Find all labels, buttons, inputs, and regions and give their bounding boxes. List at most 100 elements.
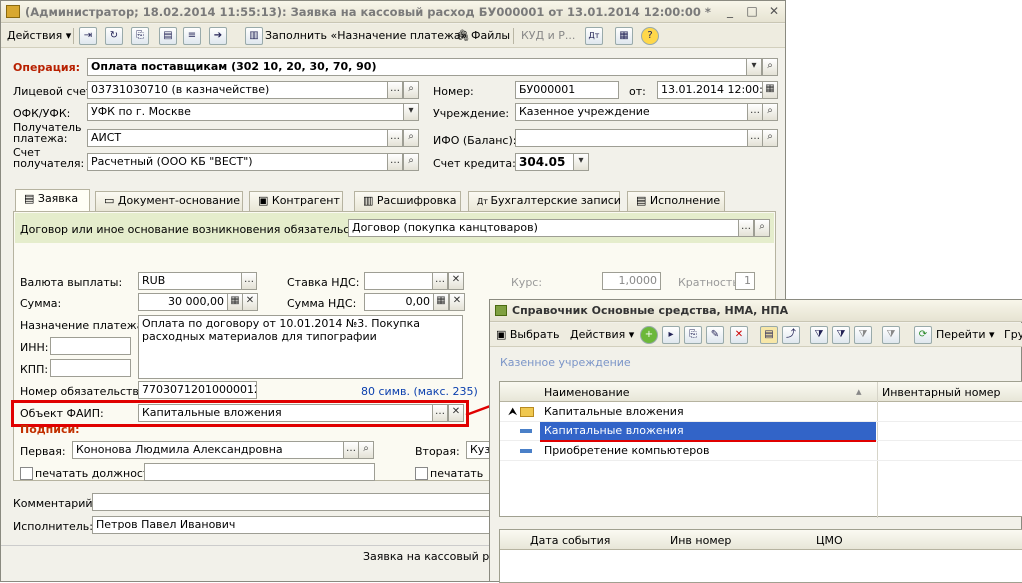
rate-field[interactable]: 1,0000	[602, 272, 661, 290]
first-signature-search-icon[interactable]: ⌕	[358, 441, 374, 459]
edit-icon[interactable]: ✎	[706, 326, 724, 344]
recipient-field[interactable]: АИСТ	[87, 129, 388, 147]
account-search-icon[interactable]: ⌕	[403, 81, 419, 99]
minimize-icon[interactable]: _	[723, 4, 737, 18]
first-signature-field[interactable]: Кононова Людмила Александровна	[72, 441, 358, 459]
save-icon[interactable]: ▤	[159, 27, 177, 45]
list-row[interactable]: Приобретение компьютеров	[500, 442, 1022, 461]
operation-search-icon[interactable]: ⌕	[762, 58, 778, 76]
close-icon[interactable]: ✕	[767, 4, 781, 18]
recipient-account-search-icon[interactable]: ⌕	[403, 153, 419, 171]
add-icon[interactable]: +	[640, 326, 658, 344]
account-select-button[interactable]: …	[387, 81, 403, 99]
recipient-account-select-button[interactable]: …	[387, 153, 403, 171]
obligation-field[interactable]: 77030712010000012	[138, 381, 257, 399]
ofk-field[interactable]: УФК по г. Москве	[87, 103, 404, 121]
vat-calculator-icon[interactable]: ▦	[433, 293, 449, 311]
column-inventory-header[interactable]: Инвентарный номер	[882, 386, 1001, 399]
goto-icon[interactable]: ➔	[209, 27, 227, 45]
print-icon[interactable]: ▦	[615, 27, 633, 45]
kud-button[interactable]: КУД и Р...	[521, 28, 575, 44]
maximize-icon[interactable]: □	[745, 4, 759, 18]
group-menu[interactable]: Гру	[1004, 327, 1022, 343]
sort-icon[interactable]: ▴	[856, 385, 862, 398]
files-button[interactable]: Файлы	[471, 28, 510, 44]
delete-icon[interactable]: ✕	[730, 326, 748, 344]
column-inv-number-header[interactable]: Инв номер	[670, 534, 731, 547]
level-up-icon[interactable]: ⤴	[782, 326, 800, 344]
hierarchy-icon[interactable]: ▤	[760, 326, 778, 344]
contract-search-icon[interactable]: ⌕	[754, 219, 770, 237]
paperclip-icon[interactable]: 🖇	[456, 28, 470, 44]
operation-dropdown[interactable]: ▾	[746, 58, 762, 76]
ref-actions-menu[interactable]: Действия ▾	[570, 327, 634, 343]
sum-field[interactable]: 30 000,00	[138, 293, 228, 311]
list-row-selected[interactable]: Капитальные вложения	[500, 422, 1022, 442]
contract-field[interactable]: Договор (покупка канцтоваров)	[348, 219, 739, 237]
recipient-select-button[interactable]: …	[387, 129, 403, 147]
vat-sum-field[interactable]: 0,00	[364, 293, 434, 311]
comment-field[interactable]	[92, 493, 490, 511]
clear-filter-icon[interactable]: ⧩	[882, 326, 900, 344]
filter-icon[interactable]: ⧩	[810, 326, 828, 344]
column-event-date-header[interactable]: Дата события	[530, 534, 610, 547]
refresh-icon[interactable]: ↻	[105, 27, 123, 45]
report-icon[interactable]: ≡	[183, 27, 201, 45]
filter-value-icon[interactable]: ⧩	[832, 326, 850, 344]
list-row-group[interactable]: ⮝ Капитальные вложения	[500, 403, 1022, 422]
date-field[interactable]: 13.01.2014 12:00:00	[657, 81, 763, 99]
ifo-select-button[interactable]: …	[747, 129, 763, 147]
actions-menu[interactable]: Действия ▾	[7, 28, 71, 44]
column-name-header[interactable]: Наименование	[544, 386, 629, 399]
calculator-icon[interactable]: ▦	[227, 293, 243, 311]
multiplicity-field[interactable]: 1	[735, 272, 755, 290]
copy-icon[interactable]: ⎘	[131, 27, 149, 45]
fill-icon[interactable]: ▥	[245, 27, 263, 45]
contract-select-button[interactable]: …	[738, 219, 754, 237]
purpose-field[interactable]: Оплата по договору от 10.01.2014 №3. Пок…	[138, 315, 463, 379]
vat-rate-select-button[interactable]: …	[432, 272, 448, 290]
print-position-checkbox-2[interactable]	[415, 467, 428, 480]
operation-field[interactable]: Оплата поставщикам (302 10, 20, 30, 70, …	[87, 58, 747, 76]
vat-sum-clear-icon[interactable]: ✕	[449, 293, 465, 311]
print-position-checkbox[interactable]	[20, 467, 33, 480]
goto-icon[interactable]: ⟳	[914, 326, 932, 344]
account-field[interactable]: 03731030710 (в казначействе)	[87, 81, 388, 99]
executor-field[interactable]: Петров Павел Иванович	[92, 516, 490, 534]
dt-kt-icon[interactable]: Дт	[585, 27, 603, 45]
help-icon[interactable]: ?	[641, 27, 659, 45]
kpp-field[interactable]	[50, 359, 131, 377]
copy-icon[interactable]: ⎘	[684, 326, 702, 344]
tab-breakdown[interactable]: ▥ Расшифровка	[354, 191, 461, 211]
inn-field[interactable]	[50, 337, 131, 355]
second-signature-field[interactable]: Куз	[466, 441, 490, 459]
number-field[interactable]: БУ000001	[515, 81, 619, 99]
currency-field[interactable]: RUB	[138, 272, 242, 290]
tab-counterparty[interactable]: ▣ Контрагент	[249, 191, 343, 211]
institution-field[interactable]: Казенное учреждение	[515, 103, 748, 121]
institution-search-icon[interactable]: ⌕	[762, 103, 778, 121]
vat-rate-field[interactable]	[364, 272, 433, 290]
add-folder-icon[interactable]: ▸	[662, 326, 680, 344]
ifo-search-icon[interactable]: ⌕	[762, 129, 778, 147]
goto-menu[interactable]: Перейти ▾	[936, 327, 995, 343]
filter-list-icon[interactable]: ⧩	[854, 326, 872, 344]
institution-select-button[interactable]: …	[747, 103, 763, 121]
tab-accounting-entries[interactable]: Дт Бухгалтерские записи	[468, 191, 621, 211]
tab-execution[interactable]: ▤ Исполнение	[627, 191, 725, 211]
fill-button[interactable]: Заполнить «Назначение платежа»	[265, 28, 467, 44]
ofk-dropdown[interactable]: ▾	[403, 103, 419, 121]
calendar-icon[interactable]: ▦	[762, 81, 778, 99]
sum-clear-icon[interactable]: ✕	[242, 293, 258, 311]
vat-rate-clear-icon[interactable]: ✕	[448, 272, 464, 290]
select-button[interactable]: ▣ Выбрать	[496, 327, 560, 343]
first-signature-select-button[interactable]: …	[343, 441, 359, 459]
column-cmo-header[interactable]: ЦМО	[816, 534, 843, 547]
tab-request[interactable]: ▤ Заявка	[15, 189, 90, 212]
first-position-field[interactable]	[144, 463, 375, 481]
credit-account-dropdown[interactable]: ▾	[573, 153, 589, 171]
currency-select-button[interactable]: …	[241, 272, 257, 290]
post-icon[interactable]: ⇥	[79, 27, 97, 45]
recipient-account-field[interactable]: Расчетный (ООО КБ "ВЕСТ")	[87, 153, 388, 171]
ifo-field[interactable]	[515, 129, 748, 147]
